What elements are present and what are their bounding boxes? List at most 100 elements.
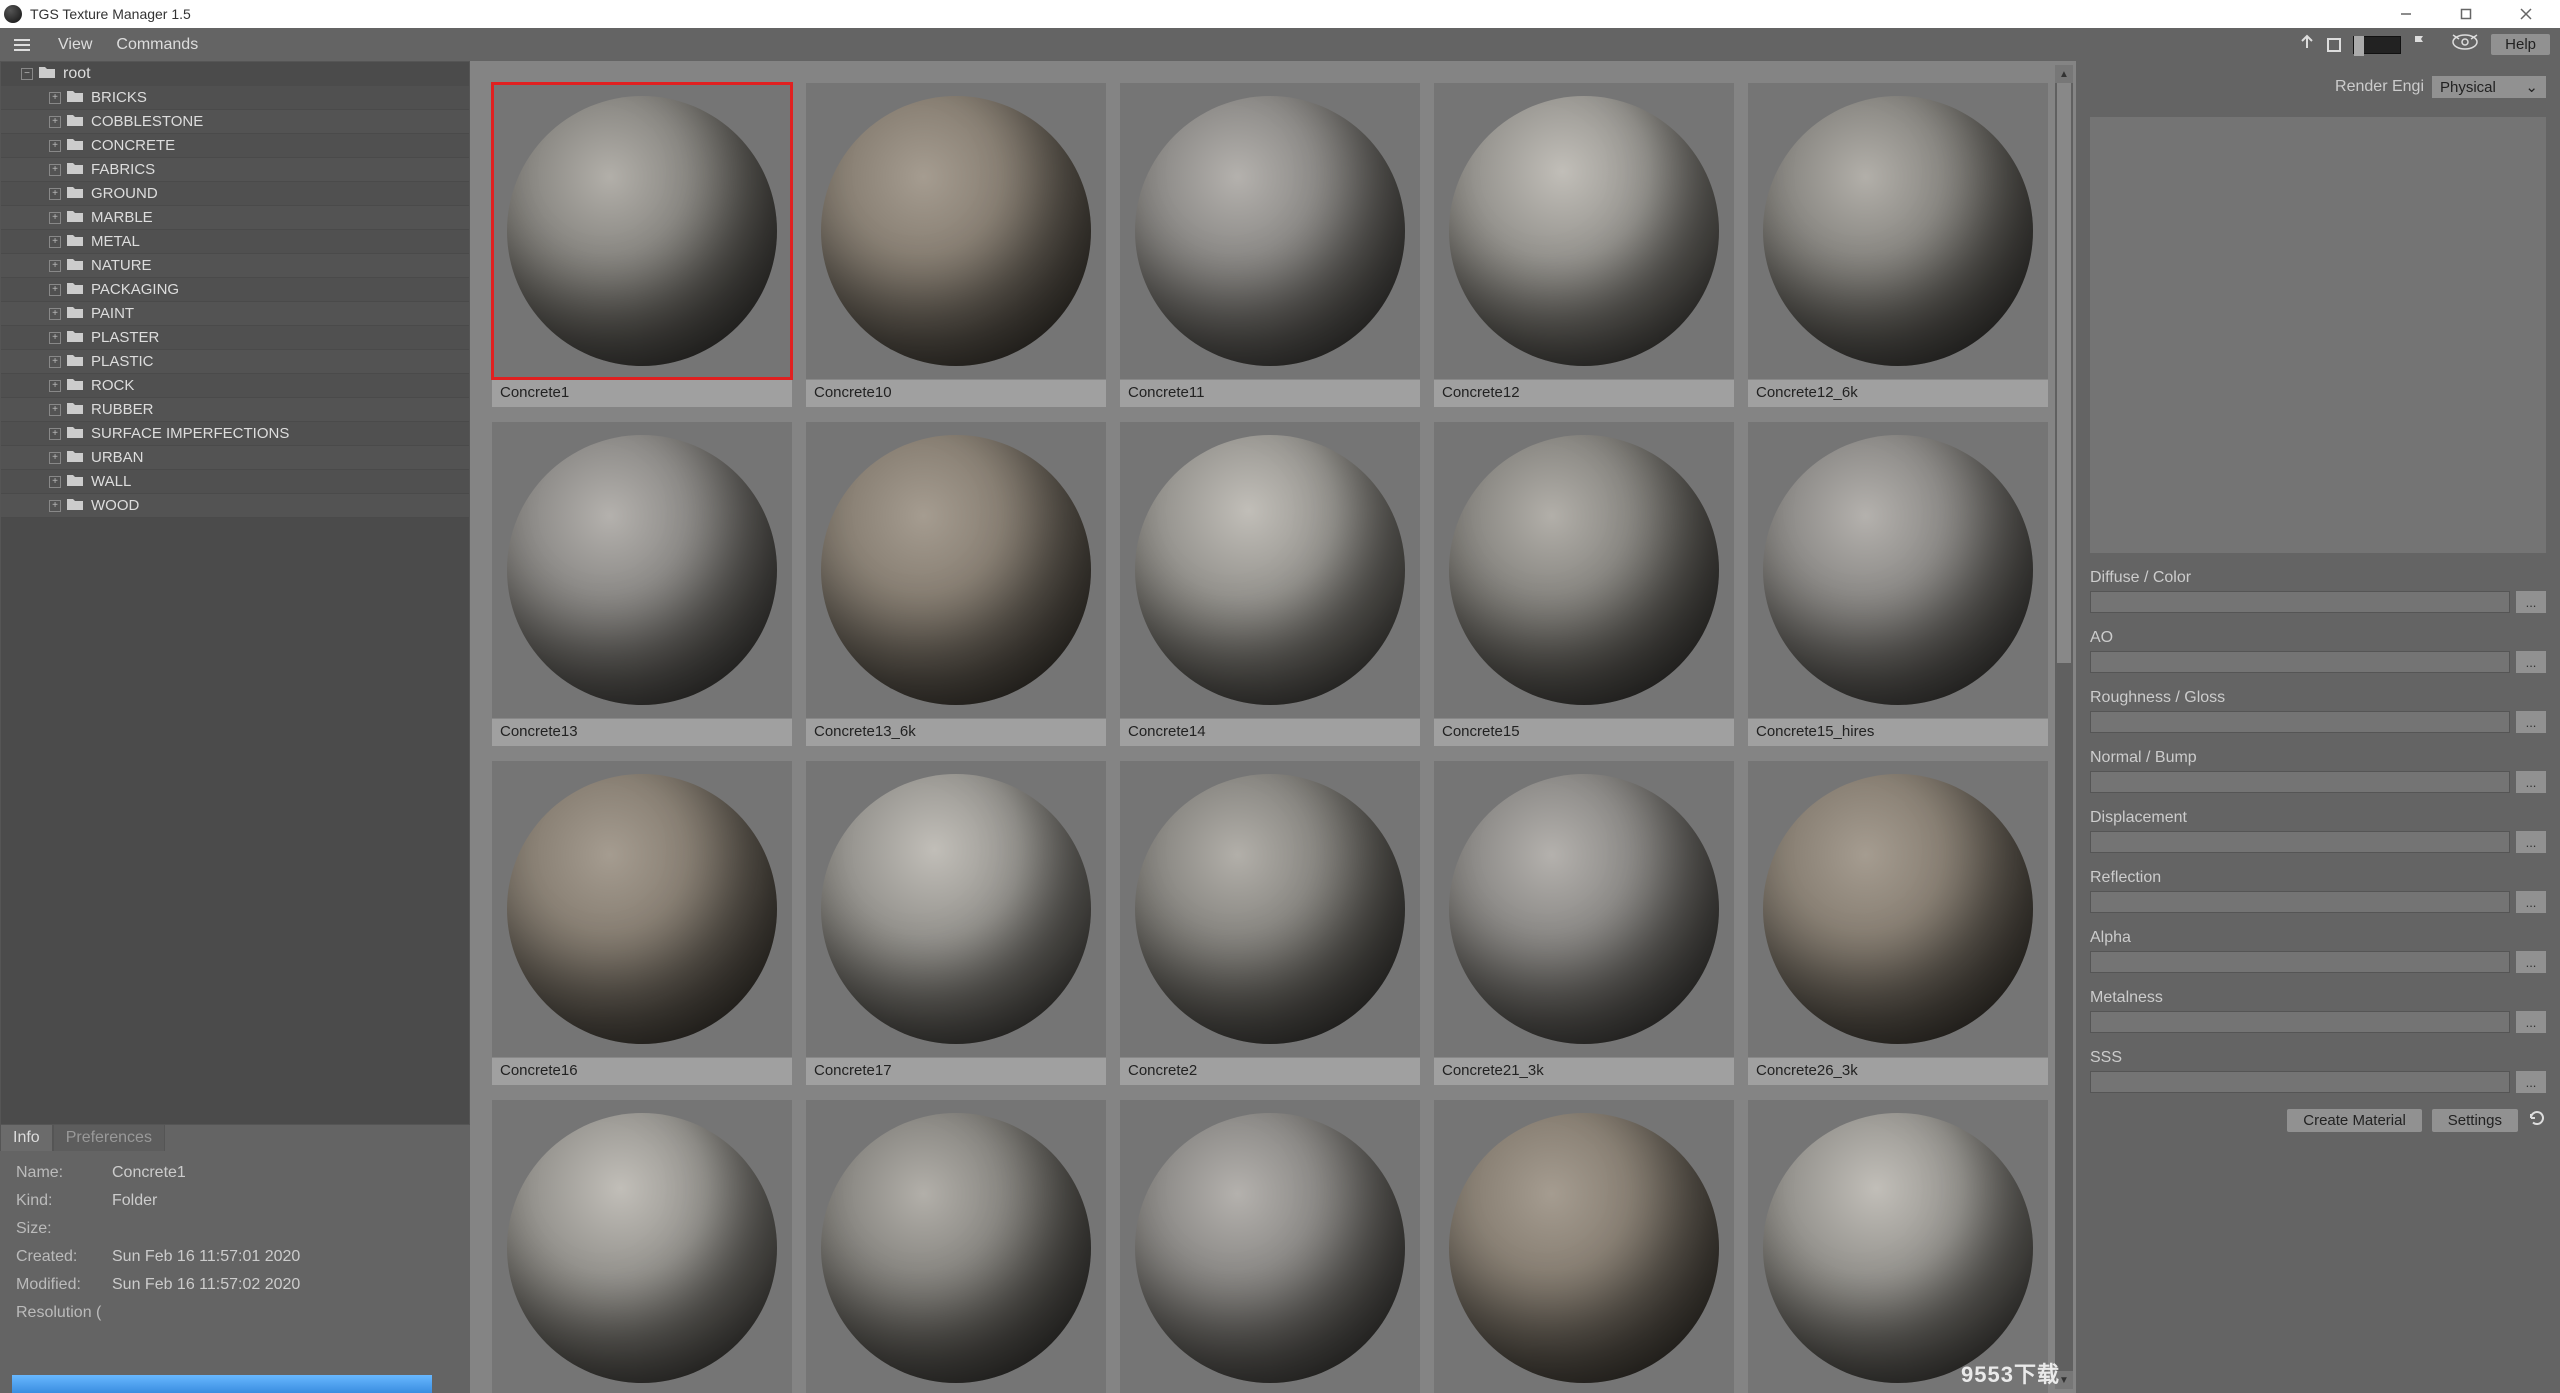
tree-item-wood[interactable]: +WOOD: [1, 494, 469, 518]
render-engine-select[interactable]: Physical ⌄: [2432, 76, 2546, 98]
tree-item-urban[interactable]: +URBAN: [1, 446, 469, 470]
prop-field[interactable]: [2090, 831, 2510, 853]
texture-thumbnail[interactable]: [1748, 1100, 2048, 1393]
thumbnail-image[interactable]: [492, 422, 792, 718]
expander-icon[interactable]: +: [49, 260, 61, 272]
expander-icon[interactable]: +: [49, 164, 61, 176]
expander-icon[interactable]: +: [49, 332, 61, 344]
tree-item-paint[interactable]: +PAINT: [1, 302, 469, 326]
browse-button[interactable]: ...: [2516, 651, 2546, 673]
scroll-up-button[interactable]: ▲: [2055, 65, 2073, 83]
texture-thumbnail[interactable]: Concrete11: [1120, 83, 1420, 408]
scrollbar-thumb[interactable]: [2057, 83, 2071, 663]
tree-item-metal[interactable]: +METAL: [1, 230, 469, 254]
prop-field[interactable]: [2090, 711, 2510, 733]
expander-icon[interactable]: +: [49, 428, 61, 440]
window-close-button[interactable]: [2496, 0, 2556, 28]
thumbnail-image[interactable]: [806, 761, 1106, 1057]
window-minimize-button[interactable]: [2376, 0, 2436, 28]
expander-icon[interactable]: +: [49, 476, 61, 488]
refresh-icon[interactable]: [2528, 1109, 2546, 1132]
texture-thumbnail[interactable]: Concrete21_3k: [1434, 761, 1734, 1086]
expander-icon[interactable]: +: [49, 308, 61, 320]
tree-item-rubber[interactable]: +RUBBER: [1, 398, 469, 422]
expander-icon[interactable]: +: [49, 500, 61, 512]
texture-thumbnail[interactable]: Concrete17: [806, 761, 1106, 1086]
help-button[interactable]: Help: [2491, 34, 2550, 55]
browse-button[interactable]: ...: [2516, 891, 2546, 913]
browse-button[interactable]: ...: [2516, 951, 2546, 973]
texture-thumbnail[interactable]: Concrete15: [1434, 422, 1734, 747]
prop-field[interactable]: [2090, 771, 2510, 793]
thumbnail-image[interactable]: [1748, 1100, 2048, 1393]
prop-field[interactable]: [2090, 1071, 2510, 1093]
texture-thumbnail[interactable]: Concrete2: [1120, 761, 1420, 1086]
tree-item-marble[interactable]: +MARBLE: [1, 206, 469, 230]
thumbnail-image[interactable]: [806, 1100, 1106, 1393]
thumbnail-image[interactable]: [1434, 422, 1734, 718]
expander-icon[interactable]: +: [49, 404, 61, 416]
tree-item-packaging[interactable]: +PACKAGING: [1, 278, 469, 302]
thumbnail-image[interactable]: [1748, 422, 2048, 718]
vertical-scrollbar[interactable]: ▲ ▼: [2055, 65, 2073, 1389]
texture-thumbnail[interactable]: Concrete26_3k: [1748, 761, 2048, 1086]
browse-button[interactable]: ...: [2516, 771, 2546, 793]
tab-preferences[interactable]: Preferences: [53, 1124, 165, 1151]
prop-field[interactable]: [2090, 891, 2510, 913]
texture-thumbnail[interactable]: Concrete10: [806, 83, 1106, 408]
texture-thumbnail[interactable]: Concrete14: [1120, 422, 1420, 747]
texture-thumbnail[interactable]: [1434, 1100, 1734, 1393]
expander-icon[interactable]: +: [49, 236, 61, 248]
browse-button[interactable]: ...: [2516, 1011, 2546, 1033]
tree-item-bricks[interactable]: +BRICKS: [1, 86, 469, 110]
thumbnail-image[interactable]: [1120, 83, 1420, 379]
expander-icon[interactable]: −: [21, 68, 33, 80]
tree-item-cobblestone[interactable]: +COBBLESTONE: [1, 110, 469, 134]
expander-icon[interactable]: +: [49, 212, 61, 224]
zoom-slider-handle[interactable]: [2354, 36, 2364, 56]
prop-field[interactable]: [2090, 1011, 2510, 1033]
thumbnail-image[interactable]: [492, 1100, 792, 1393]
expander-icon[interactable]: +: [49, 188, 61, 200]
thumbnail-image[interactable]: [806, 422, 1106, 718]
thumbnail-image[interactable]: [806, 83, 1106, 379]
texture-thumbnail[interactable]: Concrete12: [1434, 83, 1734, 408]
texture-thumbnail[interactable]: Concrete16: [492, 761, 792, 1086]
thumbnail-image[interactable]: [1120, 761, 1420, 1057]
tree-item-surface-imperfections[interactable]: +SURFACE IMPERFECTIONS: [1, 422, 469, 446]
zoom-slider[interactable]: [2353, 36, 2401, 54]
expander-icon[interactable]: +: [49, 116, 61, 128]
thumbnail-image[interactable]: [1748, 83, 2048, 379]
thumbnail-image[interactable]: [1434, 1100, 1734, 1393]
expander-icon[interactable]: +: [49, 140, 61, 152]
hamburger-icon[interactable]: [10, 35, 34, 55]
tab-info[interactable]: Info: [0, 1124, 53, 1151]
record-icon[interactable]: [2327, 38, 2341, 52]
thumbnail-image[interactable]: [492, 83, 792, 379]
menu-commands[interactable]: Commands: [116, 36, 198, 54]
expander-icon[interactable]: +: [49, 452, 61, 464]
texture-thumbnail[interactable]: Concrete12_6k: [1748, 83, 2048, 408]
menu-view[interactable]: View: [58, 36, 92, 54]
texture-thumbnail[interactable]: [806, 1100, 1106, 1393]
texture-thumbnail[interactable]: [492, 1100, 792, 1393]
tree-item-plaster[interactable]: +PLASTER: [1, 326, 469, 350]
tree-item-ground[interactable]: +GROUND: [1, 182, 469, 206]
browse-button[interactable]: ...: [2516, 711, 2546, 733]
prop-field[interactable]: [2090, 651, 2510, 673]
texture-thumbnail[interactable]: Concrete1: [492, 83, 792, 408]
tree-item-wall[interactable]: +WALL: [1, 470, 469, 494]
window-maximize-button[interactable]: [2436, 0, 2496, 28]
thumbnail-image[interactable]: [1748, 761, 2048, 1057]
tree-item-nature[interactable]: +NATURE: [1, 254, 469, 278]
tree-root[interactable]: − root: [1, 62, 469, 86]
prop-field[interactable]: [2090, 951, 2510, 973]
preview-eye-icon[interactable]: [2451, 33, 2479, 56]
texture-thumbnail[interactable]: Concrete13: [492, 422, 792, 747]
expander-icon[interactable]: +: [49, 92, 61, 104]
thumbnail-image[interactable]: [1434, 83, 1734, 379]
tree-item-rock[interactable]: +ROCK: [1, 374, 469, 398]
tree-item-fabrics[interactable]: +FABRICS: [1, 158, 469, 182]
flag-icon[interactable]: [2413, 35, 2427, 54]
expander-icon[interactable]: +: [49, 284, 61, 296]
